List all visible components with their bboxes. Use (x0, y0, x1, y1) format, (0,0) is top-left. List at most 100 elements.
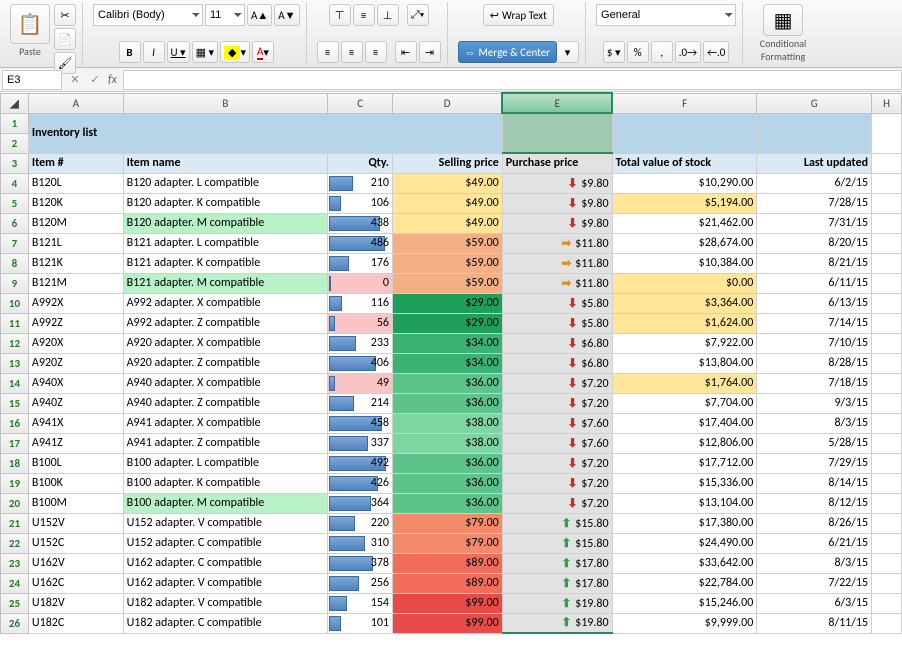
row-header[interactable]: 14 (1, 373, 29, 393)
col-header-D[interactable]: D (393, 93, 503, 113)
cell-qty[interactable]: 176 (328, 253, 393, 273)
cancel-formula-button[interactable]: ✕ (66, 71, 84, 89)
align-top-button[interactable]: ⊤ (329, 4, 351, 26)
cell-selling-price[interactable]: $89.00 (393, 573, 503, 593)
cell-selling-price[interactable]: $89.00 (393, 553, 503, 573)
col-header-A[interactable]: A (28, 93, 123, 113)
number-format-select[interactable]: General (596, 4, 736, 26)
select-all-corner[interactable]: ◢ (1, 93, 29, 113)
cell-selling-price[interactable]: $99.00 (393, 593, 503, 613)
row-header[interactable]: 8 (1, 253, 29, 273)
cell-item-no[interactable]: B120L (28, 173, 123, 193)
cell-selling-price[interactable]: $34.00 (393, 333, 503, 353)
cell-total-value[interactable]: $9,999.00 (612, 613, 757, 633)
cell-item-name[interactable]: A920 adapter. Z compatible (123, 353, 328, 373)
cell-purchase-price[interactable]: ⬇ $7.20 (502, 473, 612, 493)
cell-selling-price[interactable]: $34.00 (393, 353, 503, 373)
col-header-E[interactable]: E (502, 93, 612, 113)
row-header[interactable]: 12 (1, 333, 29, 353)
col-header-H[interactable]: H (872, 93, 902, 113)
cell-total-value[interactable]: $17,380.00 (612, 513, 757, 533)
cell-qty[interactable]: 406 (328, 353, 393, 373)
cell-selling-price[interactable]: $59.00 (393, 253, 503, 273)
cell-last-updated[interactable]: 8/12/15 (757, 493, 872, 513)
cell-purchase-price[interactable]: ⬆ $17.80 (502, 553, 612, 573)
cell-item-no[interactable]: A920X (28, 333, 123, 353)
cell-empty[interactable] (872, 213, 902, 233)
cell-last-updated[interactable]: 6/3/15 (757, 593, 872, 613)
cell-selling-price[interactable]: $36.00 (393, 473, 503, 493)
cell-total-value[interactable]: $24,490.00 (612, 533, 757, 553)
cell-last-updated[interactable]: 8/26/15 (757, 513, 872, 533)
cell-selling-price[interactable]: $79.00 (393, 513, 503, 533)
bold-button[interactable]: B (119, 41, 141, 63)
cell-purchase-price[interactable]: ⬇ $5.80 (502, 293, 612, 313)
cell-item-no[interactable]: A941X (28, 413, 123, 433)
cell-empty[interactable] (872, 353, 902, 373)
cell-item-name[interactable]: A992 adapter. Z compatible (123, 313, 328, 333)
cell-qty[interactable]: 220 (328, 513, 393, 533)
cell-total-value[interactable]: $1,764.00 (612, 373, 757, 393)
cell-empty[interactable] (872, 453, 902, 473)
cell-last-updated[interactable]: 7/29/15 (757, 453, 872, 473)
percent-button[interactable]: % (627, 41, 649, 63)
cell-total-value[interactable]: $7,704.00 (612, 393, 757, 413)
cell-item-no[interactable]: B121M (28, 273, 123, 293)
decrease-indent-button[interactable]: ⇤ (395, 41, 417, 63)
paste-button[interactable]: 📋 (10, 4, 50, 44)
cell-selling-price[interactable]: $99.00 (393, 613, 503, 633)
cell-total-value[interactable]: $22,784.00 (612, 573, 757, 593)
row-header[interactable]: 19 (1, 473, 29, 493)
underline-button[interactable]: U ▾ (167, 41, 190, 63)
align-middle-button[interactable]: ≡ (353, 4, 375, 26)
cell-empty[interactable] (872, 593, 902, 613)
cell-item-no[interactable]: A940X (28, 373, 123, 393)
cell-qty[interactable]: 364 (328, 493, 393, 513)
cell-purchase-price[interactable]: ➡ $11.80 (502, 253, 612, 273)
cell-empty[interactable] (872, 493, 902, 513)
cell-selling-price[interactable]: $59.00 (393, 233, 503, 253)
cell-total-value[interactable]: $33,642.00 (612, 553, 757, 573)
row-header[interactable]: 22 (1, 533, 29, 553)
cell-purchase-price[interactable]: ⬇ $7.20 (502, 453, 612, 473)
cell-total-value[interactable]: $15,336.00 (612, 473, 757, 493)
italic-button[interactable]: I (143, 41, 165, 63)
cell-purchase-price[interactable]: ⬆ $17.80 (502, 573, 612, 593)
increase-font-button[interactable]: A▲ (247, 4, 272, 26)
cell-purchase-price[interactable]: ➡ $11.80 (502, 273, 612, 293)
cell-qty[interactable]: 256 (328, 573, 393, 593)
font-name-select[interactable]: Calibri (Body) (93, 4, 203, 26)
border-button[interactable]: ▦ ▾ (192, 41, 218, 63)
col-header-G[interactable]: G (757, 93, 872, 113)
cell-item-no[interactable]: U162V (28, 553, 123, 573)
cell-qty[interactable]: 116 (328, 293, 393, 313)
cell-purchase-price[interactable]: ⬇ $7.60 (502, 433, 612, 453)
cell-purchase-price[interactable]: ⬆ $15.80 (502, 533, 612, 553)
row-header[interactable]: 1 (1, 113, 29, 133)
cell-item-name[interactable]: B120 adapter. L compatible (123, 173, 328, 193)
hdr-total-value[interactable]: Total value of stock (612, 153, 757, 173)
cell-purchase-price[interactable]: ⬇ $7.20 (502, 393, 612, 413)
cell-item-name[interactable]: B100 adapter. M compatible (123, 493, 328, 513)
cell-empty[interactable] (872, 313, 902, 333)
cell-last-updated[interactable]: 9/3/15 (757, 393, 872, 413)
copy-button[interactable]: 📄 (54, 28, 76, 50)
cell-last-updated[interactable]: 6/13/15 (757, 293, 872, 313)
cell-last-updated[interactable]: 8/21/15 (757, 253, 872, 273)
row-header[interactable]: 15 (1, 393, 29, 413)
cell-item-name[interactable]: B121 adapter. K compatible (123, 253, 328, 273)
row-header[interactable]: 20 (1, 493, 29, 513)
cell-item-name[interactable]: U182 adapter. V compatible (123, 593, 328, 613)
row-header[interactable]: 17 (1, 433, 29, 453)
hdr-item-no[interactable]: Item # (28, 153, 123, 173)
cell-item-no[interactable]: B100M (28, 493, 123, 513)
cell-selling-price[interactable]: $36.00 (393, 373, 503, 393)
currency-button[interactable]: $ ▾ (603, 41, 625, 63)
name-box[interactable] (2, 70, 62, 90)
cell-item-name[interactable]: U162 adapter. C compatible (123, 553, 328, 573)
wrap-text-button[interactable]: ↩Wrap Text (483, 4, 554, 26)
cell-empty[interactable] (872, 273, 902, 293)
merge-center-button[interactable]: ⇔Merge & Center (458, 41, 558, 63)
cell-empty[interactable] (872, 553, 902, 573)
row-header[interactable]: 16 (1, 413, 29, 433)
